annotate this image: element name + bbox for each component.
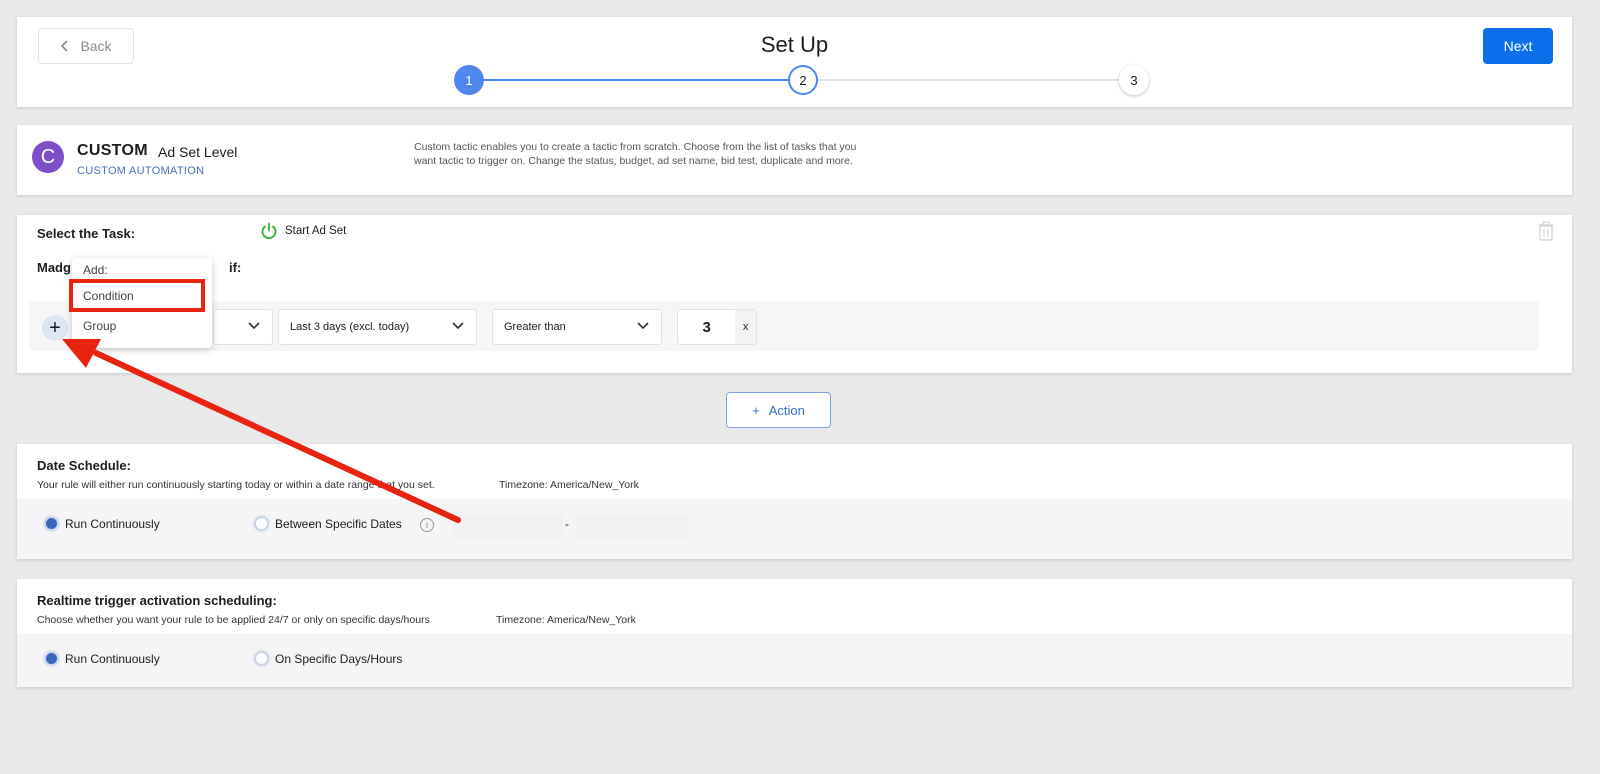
step-2[interactable]: 2 xyxy=(788,65,818,95)
condition-value: 3 xyxy=(702,318,711,336)
page-title: Set Up xyxy=(760,32,829,57)
trash-icon[interactable] xyxy=(1538,221,1554,241)
tactic-level: Ad Set Level xyxy=(158,144,238,160)
info-icon[interactable]: i xyxy=(420,518,434,532)
add-action-button[interactable]: + Action xyxy=(726,392,831,428)
plus-icon: + xyxy=(752,402,760,418)
task-value-label: Start Ad Set xyxy=(285,225,347,237)
radio-label: On Specific Days/Hours xyxy=(275,651,403,666)
tactic-info-card: C CUSTOM Ad Set Level CUSTOM AUTOMATION … xyxy=(17,125,1572,195)
rule-label-start: Madg xyxy=(37,260,71,275)
radio-run-continuously[interactable]: Run Continuously xyxy=(44,651,160,666)
date-schedule-title: Date Schedule: xyxy=(37,458,131,473)
add-menu-item-group[interactable]: Group xyxy=(83,319,116,333)
task-value[interactable]: Start Ad Set xyxy=(260,222,346,240)
radio-unselected-icon xyxy=(254,651,269,666)
end-date-input[interactable] xyxy=(577,514,687,538)
operator-select[interactable]: Greater than xyxy=(492,309,662,345)
realtime-schedule-card: Realtime trigger activation scheduling: … xyxy=(17,579,1572,687)
radio-selected-icon xyxy=(44,516,59,531)
radio-unselected-icon xyxy=(254,516,269,531)
tactic-subtitle: CUSTOM AUTOMATION xyxy=(77,165,205,177)
chevron-down-icon xyxy=(452,322,464,330)
next-button[interactable]: Next xyxy=(1483,28,1553,64)
add-condition-button[interactable]: + xyxy=(42,315,68,341)
realtime-timezone: Timezone: America/New_York xyxy=(496,614,636,626)
radio-label: Between Specific Dates xyxy=(275,516,402,531)
plus-icon: + xyxy=(49,316,61,339)
rule-label-end: if: xyxy=(229,260,242,275)
radio-label: Run Continuously xyxy=(65,516,160,531)
condition-unit: x xyxy=(735,310,756,344)
task-card: Select the Task: Start Ad Set Madg if: +… xyxy=(17,215,1572,373)
add-menu-item-condition[interactable]: Condition xyxy=(83,289,134,303)
radio-label: Run Continuously xyxy=(65,651,160,666)
radio-specific-days[interactable]: On Specific Days/Hours xyxy=(254,651,402,666)
radio-run-continuously[interactable]: Run Continuously xyxy=(44,516,160,531)
step-3[interactable]: 3 xyxy=(1119,65,1149,95)
tactic-description: Custom tactic enables you to create a ta… xyxy=(414,141,857,167)
date-schedule-card: Date Schedule: Your rule will either run… xyxy=(17,444,1572,559)
date-separator: - xyxy=(565,517,569,531)
custom-logo: C xyxy=(32,141,64,173)
realtime-description: Choose whether you want your rule to be … xyxy=(37,614,430,626)
condition-row: + Last 3 days (excl. today) Greater than… xyxy=(29,301,1539,351)
radio-selected-icon xyxy=(44,651,59,666)
realtime-title: Realtime trigger activation scheduling: xyxy=(37,593,277,608)
period-select[interactable]: Last 3 days (excl. today) xyxy=(278,309,477,345)
select-task-label: Select the Task: xyxy=(37,226,136,241)
power-icon xyxy=(261,222,277,240)
operator-value: Greater than xyxy=(504,321,566,333)
realtime-options: Run Continuously On Specific Days/Hours xyxy=(17,634,1572,687)
condition-value-input[interactable]: 3 x xyxy=(677,309,757,345)
setup-header: Back Set Up Next 1 2 3 xyxy=(17,17,1572,107)
date-schedule-description: Your rule will either run continuously s… xyxy=(37,479,435,491)
date-schedule-options: Run Continuously Between Specific Dates … xyxy=(17,499,1572,559)
stepper-line-completed xyxy=(483,79,789,81)
action-label: Action xyxy=(768,402,805,418)
period-value: Last 3 days (excl. today) xyxy=(290,321,410,333)
chevron-down-icon xyxy=(248,322,260,330)
tactic-title: CUSTOM xyxy=(77,142,148,159)
stepper-line-pending xyxy=(817,79,1120,81)
metric-select[interactable] xyxy=(213,309,273,345)
add-menu-heading: Add: xyxy=(83,263,108,277)
add-menu: Add: Condition Group xyxy=(72,258,212,348)
step-1[interactable]: 1 xyxy=(454,65,484,95)
chevron-down-icon xyxy=(637,322,649,330)
radio-between-dates[interactable]: Between Specific Dates xyxy=(254,516,402,531)
start-date-input[interactable] xyxy=(453,514,563,538)
date-schedule-timezone: Timezone: America/New_York xyxy=(499,479,639,491)
